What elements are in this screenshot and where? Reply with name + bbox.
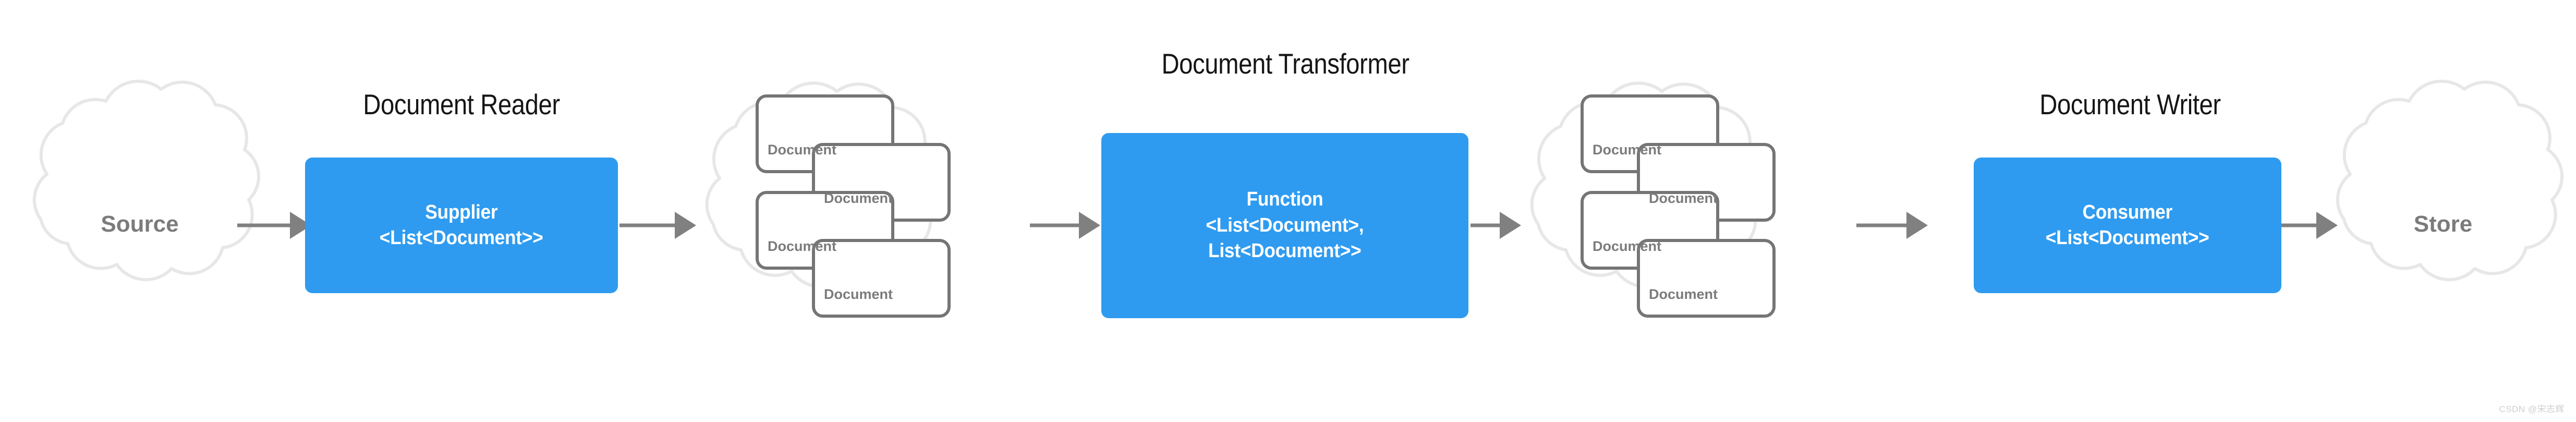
process-box-supplier[interactable]: Supplier <List<Document>> [305,158,618,293]
section-title-document-transformer: Document Transformer [1106,47,1465,80]
process-box-supplier-line-1: Supplier [425,201,498,223]
document-label-text: Document [824,190,893,206]
document-label-text: Document [1593,238,1662,254]
process-box-supplier-line-2: <List<Document>> [380,227,543,249]
process-box-function-line-1: Function [1246,188,1323,211]
document-label-2-3: Document [1593,238,1661,255]
process-box-consumer-line-1: Consumer [2082,201,2173,223]
document-label-text: Document [1649,286,1718,302]
arrow-documents-1-to-function [1030,212,1100,239]
document-label-text: Document [824,286,893,302]
cloud-label-text: Store [2413,211,2473,237]
diagram-canvas: Document Reader Document Transformer Doc… [0,0,2576,422]
document-label-text: Document [1649,190,1718,206]
arrow-function-to-documents-2 [1471,212,1521,239]
process-box-consumer[interactable]: Consumer <List<Document>> [1974,158,2281,293]
process-box-function-line-2: <List<Document>, [1206,214,1364,236]
document-label-text: Document [768,238,837,254]
document-label-1-3: Document [768,238,836,255]
arrow-documents-2-to-consumer [1856,212,1928,239]
section-title-document-writer: Document Writer [1996,88,2265,121]
section-title-label: Document Transformer [1161,47,1409,80]
cloud-label-text: Source [101,211,179,237]
cloud-label-store: Store [2344,211,2542,237]
document-label-text: Document [768,142,837,158]
document-label-1-2: Document [824,190,893,207]
cloud-store [2336,79,2564,282]
section-title-label: Document Reader [363,88,560,120]
process-box-consumer-line-2: <List<Document>> [2046,227,2209,249]
document-label-2-4: Document [1649,286,1718,303]
section-title-document-reader: Document Reader [327,88,596,121]
document-label-2-1: Document [1593,142,1661,158]
watermark-text: CSDN @宋志辉 [2499,404,2565,414]
cloud-source [32,79,261,282]
document-label-1-4: Document [824,286,893,303]
arrow-consumer-to-store [2281,212,2338,239]
process-box-function[interactable]: Function <List<Document>, List<Document>… [1101,133,1468,318]
document-label-2-2: Document [1649,190,1718,207]
document-label-text: Document [1593,142,1662,158]
cloud-label-source: Source [41,211,239,237]
watermark-label: CSDN @宋志辉 [2499,402,2565,415]
section-title-label: Document Writer [2039,88,2221,120]
arrow-supplier-to-documents-1 [619,212,696,239]
document-label-1-1: Document [768,142,836,158]
process-box-function-line-3: List<Document>> [1208,240,1362,262]
